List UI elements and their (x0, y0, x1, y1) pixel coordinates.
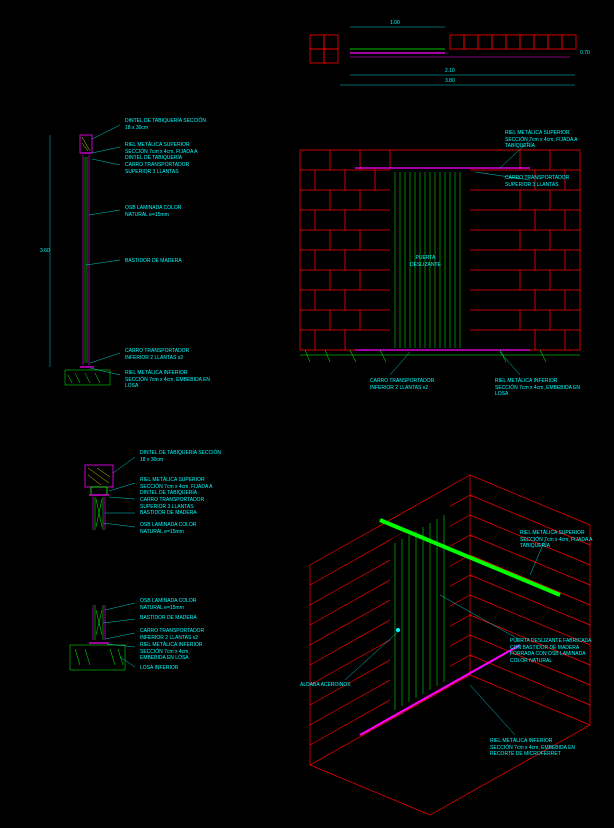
iso-l2: ALDABA ACEROINOX (300, 682, 351, 689)
iso-l3: PUERTA DESLIZANTE FABRICADA CON BASTIDOR… (510, 638, 592, 664)
iso-l1: RIEL METÁLICA SUPERIOR SECCIÓN 7cm x 4cm… (520, 530, 593, 550)
isometric (0, 0, 614, 828)
cad-canvas: 1.00 0.70 2.10 3.80 3.60 DINTEL DE TABIQ… (0, 0, 614, 828)
iso-l4: RIEL METÁLICA INFERIOR SECCIÓN 7cm x 4cm… (490, 738, 575, 758)
